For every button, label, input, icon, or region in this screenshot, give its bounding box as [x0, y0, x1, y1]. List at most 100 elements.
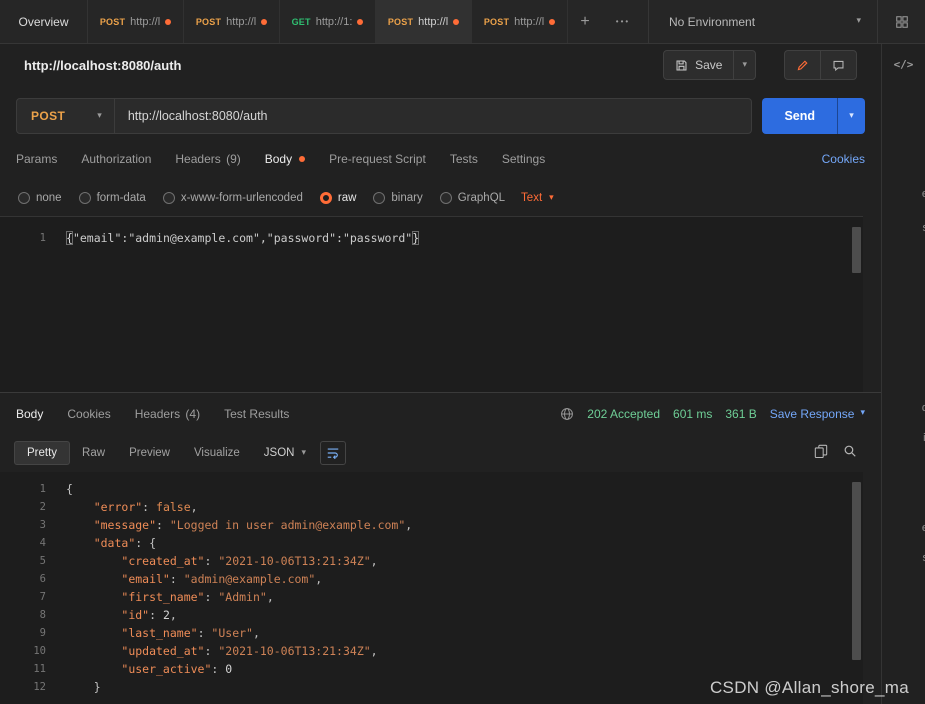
response-size: 361 B [725, 406, 757, 421]
content-dot [299, 156, 306, 162]
send-options-button[interactable]: ▾ [837, 98, 865, 134]
comments-button[interactable] [820, 51, 856, 79]
request-tab[interactable]: POST http://l [88, 0, 184, 43]
request-tabs-row: Params Authorization Headers (9) Body Pre-re… [0, 138, 881, 180]
save-options-button[interactable]: ▾ [733, 51, 755, 79]
tab-headers[interactable]: Headers (9) [175, 152, 240, 166]
method-selector[interactable]: POST ▾ [17, 99, 115, 133]
raw-language-label: Text [521, 192, 543, 204]
raw-language-selector[interactable]: Text ▾ [521, 192, 554, 204]
line-number: 11 [33, 663, 46, 675]
right-rail: </> esdiles [881, 44, 925, 704]
search-response-button[interactable] [843, 444, 857, 463]
overview-label: Overview [18, 14, 69, 29]
body-type-raw[interactable]: raw [319, 192, 356, 204]
environment-quick-look-icon [895, 15, 908, 28]
tab-count: (9) [222, 152, 241, 166]
body-type-binary[interactable]: binary [373, 192, 423, 204]
environment-selector[interactable]: No Environment ▾ [649, 0, 877, 43]
unsaved-dot [549, 18, 556, 25]
copy-response-button[interactable] [814, 444, 828, 463]
body-type-none[interactable]: none [18, 192, 62, 204]
body-type-graphql[interactable]: GraphQL [439, 192, 506, 204]
line-content: "created_at": "2021-10-06T13:21:34Z", [66, 552, 377, 570]
token: "user_active" [121, 662, 212, 676]
tab-title: http://l [130, 15, 161, 28]
code-line: 6 "email": "admin@example.com", [0, 570, 863, 588]
line-number: 5 [39, 555, 46, 567]
token: "data" [93, 536, 136, 550]
request-tab[interactable]: POST http://l [376, 0, 472, 43]
environment-quick-look-button[interactable] [877, 0, 925, 43]
more-tabs-button[interactable]: ••• [602, 0, 644, 43]
tab-tests[interactable]: Tests [450, 152, 478, 166]
radio-label: GraphQL [457, 192, 506, 204]
line-content: "data": { [66, 534, 156, 552]
radio-label: x-www-form-urlencoded [180, 192, 303, 204]
response-tab-body[interactable]: Body [16, 407, 43, 421]
body-type-form-data[interactable]: form-data [78, 192, 146, 204]
request-editor-scrollbar[interactable] [852, 227, 861, 273]
tab-label: Cookies [67, 406, 111, 421]
postman-window: Overview POST http://l POST http://l GET http… [0, 0, 925, 704]
code-panel-button[interactable]: </> [882, 58, 925, 71]
wrap-line-button[interactable] [320, 441, 346, 465]
method-label: GET [291, 16, 311, 27]
send-button[interactable]: Send [762, 98, 837, 134]
tab-settings[interactable]: Settings [502, 152, 545, 166]
request-tab[interactable]: GET http://1: [280, 0, 376, 43]
view-preview[interactable]: Preview [117, 442, 182, 464]
response-tab-test-results[interactable]: Test Results [224, 407, 289, 421]
view-pretty[interactable]: Pretty [14, 441, 71, 465]
token: : [211, 662, 226, 676]
token: false [156, 500, 191, 514]
token: : [169, 572, 184, 586]
tab-overview[interactable]: Overview [0, 0, 88, 43]
tab-authorization[interactable]: Authorization [81, 152, 151, 166]
response-tab-cookies[interactable]: Cookies [67, 407, 110, 421]
save-button[interactable]: Save [664, 51, 733, 79]
token: } [412, 231, 420, 245]
response-format-selector[interactable]: JSON ▾ [264, 447, 306, 459]
tab-params[interactable]: Params [16, 152, 57, 166]
code-line: 2 "error": false, [0, 498, 863, 516]
response-format-label: JSON [263, 447, 295, 459]
line-number: 3 [39, 519, 46, 531]
response-toolbar: Pretty Raw Preview Visualize JSON ▾ [0, 434, 881, 472]
wrap-line-icon [327, 448, 339, 460]
view-raw[interactable]: Raw [70, 442, 117, 464]
chevron-down-icon: ▾ [856, 16, 861, 26]
line-number: 2 [39, 501, 46, 513]
tab-title: http://1: [315, 15, 353, 28]
tab-strip: POST http://l POST http://l GET http://1: POST… [88, 0, 568, 43]
request-tab[interactable]: POST http://l [472, 0, 568, 43]
body-type-x-www-form-urlencoded[interactable]: x-www-form-urlencoded [162, 192, 303, 204]
cookies-link[interactable]: Cookies [822, 152, 865, 166]
more-icon: ••• [615, 17, 631, 26]
tab-body[interactable]: Body [265, 152, 306, 166]
response-editor-scrollbar[interactable] [852, 482, 861, 660]
unsaved-dot [357, 18, 364, 25]
view-visualize[interactable]: Visualize [182, 442, 252, 464]
copy-icon [814, 444, 828, 458]
token: , [169, 608, 177, 622]
request-body-code: 1 {"email":"admin@example.com","password"… [0, 229, 863, 247]
response-body-editor[interactable]: 1{2 "error": false, 3 "message": "Logged … [0, 472, 863, 704]
token: : [204, 644, 219, 658]
code-line: 4 "data": { [0, 534, 863, 552]
request-tab[interactable]: POST http://l [184, 0, 280, 43]
response-tab-headers[interactable]: Headers (4) [135, 407, 200, 421]
unsaved-dot [165, 18, 172, 25]
request-body-editor[interactable]: 1 {"email":"admin@example.com","password"… [0, 216, 863, 392]
save-icon [676, 60, 687, 70]
new-tab-button[interactable]: + [568, 0, 602, 43]
token: , [266, 590, 274, 604]
url-input[interactable]: http://localhost:8080/auth [115, 109, 268, 123]
save-response-button[interactable]: Save Response ▾ [770, 407, 865, 421]
tab-pre-request-script[interactable]: Pre-request Script [329, 152, 426, 166]
edit-button[interactable] [785, 51, 820, 79]
line-content: {"email":"admin@example.com","password":… [66, 229, 419, 247]
line-content: "message": "Logged in user admin@example… [66, 516, 413, 534]
method-label: POST [99, 16, 126, 27]
